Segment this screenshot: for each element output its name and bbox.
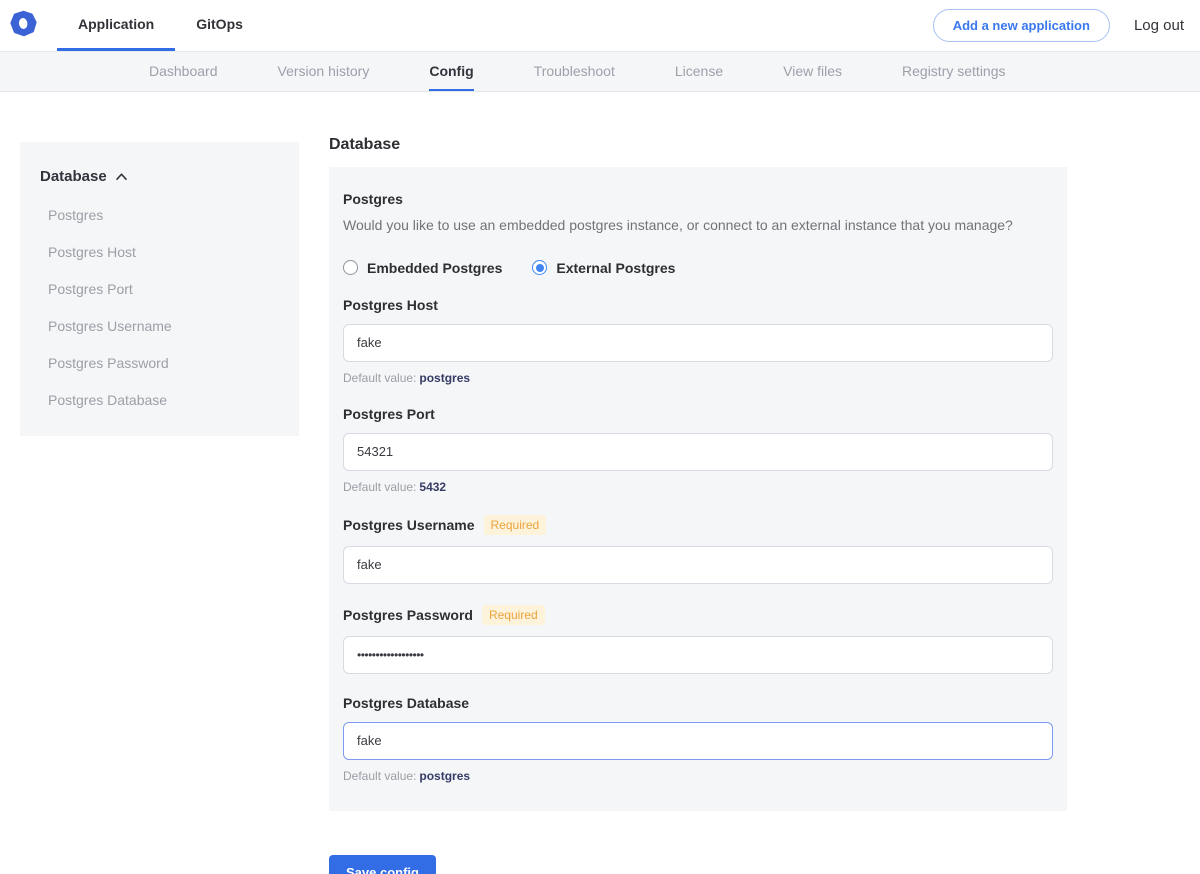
postgres-port-input[interactable] [343, 433, 1053, 471]
subnav-version-history[interactable]: Version history [278, 52, 370, 91]
field-label: Postgres Password [343, 607, 473, 623]
field-postgres-host: Postgres Host Default value:postgres [343, 297, 1053, 385]
sidebar-item-list: Postgres Postgres Host Postgres Port Pos… [40, 207, 279, 408]
postgres-type-radio-group: Embedded Postgres External Postgres [343, 260, 1053, 276]
default-value-helper: Default value:5432 [343, 480, 1053, 494]
postgres-database-input[interactable] [343, 722, 1053, 760]
group-description: Would you like to use an embedded postgr… [343, 216, 1053, 236]
field-postgres-password: Postgres Password Required [343, 605, 1053, 674]
sidebar-item-postgres[interactable]: Postgres [40, 207, 279, 223]
subnav-dashboard[interactable]: Dashboard [149, 52, 218, 91]
group-name: Postgres [343, 191, 1053, 207]
subnav-registry-settings[interactable]: Registry settings [902, 52, 1005, 91]
page-title: Database [329, 136, 1067, 154]
required-badge: Required [482, 605, 545, 625]
tab-gitops[interactable]: GitOps [175, 0, 264, 51]
logout-link[interactable]: Log out [1134, 17, 1184, 34]
tab-application[interactable]: Application [57, 0, 175, 51]
field-postgres-database: Postgres Database Default value:postgres [343, 695, 1053, 783]
top-nav: Application GitOps Add a new application… [0, 0, 1200, 52]
app-logo-icon [10, 10, 37, 42]
postgres-host-input[interactable] [343, 324, 1053, 362]
sidebar-item-postgres-host[interactable]: Postgres Host [40, 244, 279, 260]
top-tabs: Application GitOps [57, 0, 264, 51]
sidebar-group-label: Database [40, 168, 107, 185]
database-config-panel: Postgres Would you like to use an embedd… [329, 167, 1067, 811]
sidebar-group-database[interactable]: Database [40, 168, 279, 185]
radio-embedded-postgres[interactable]: Embedded Postgres [343, 260, 502, 276]
subnav-config[interactable]: Config [429, 52, 473, 91]
field-postgres-username: Postgres Username Required [343, 515, 1053, 584]
field-postgres-port: Postgres Port Default value:5432 [343, 406, 1053, 494]
radio-label: External Postgres [556, 260, 675, 276]
config-main: Database Postgres Would you like to use … [329, 136, 1067, 874]
add-new-application-button[interactable]: Add a new application [933, 9, 1110, 42]
app-logo[interactable] [10, 0, 37, 51]
subnav-view-files[interactable]: View files [783, 52, 842, 91]
field-label: Postgres Database [343, 695, 469, 711]
radio-circle-selected[interactable] [532, 260, 547, 275]
chevron-up-icon [115, 168, 128, 185]
radio-label: Embedded Postgres [367, 260, 502, 276]
radio-external-postgres[interactable]: External Postgres [532, 260, 675, 276]
field-label: Postgres Username [343, 517, 475, 533]
sidebar-item-postgres-database[interactable]: Postgres Database [40, 392, 279, 408]
field-label: Postgres Port [343, 406, 435, 422]
radio-circle-unselected[interactable] [343, 260, 358, 275]
config-page: Database Postgres Postgres Host Postgres… [0, 92, 1200, 874]
sidebar-item-postgres-port[interactable]: Postgres Port [40, 281, 279, 297]
subnav-license[interactable]: License [675, 52, 723, 91]
required-badge: Required [484, 515, 547, 535]
sidebar-item-postgres-username[interactable]: Postgres Username [40, 318, 279, 334]
postgres-password-input[interactable] [343, 636, 1053, 674]
top-nav-right: Add a new application Log out [933, 0, 1184, 51]
default-value-helper: Default value:postgres [343, 769, 1053, 783]
sidebar-item-postgres-password[interactable]: Postgres Password [40, 355, 279, 371]
subnav-troubleshoot[interactable]: Troubleshoot [534, 52, 615, 91]
save-config-button[interactable]: Save config [329, 855, 436, 874]
app-subnav: Dashboard Version history Config Trouble… [0, 52, 1200, 92]
default-value-helper: Default value:postgres [343, 371, 1053, 385]
postgres-username-input[interactable] [343, 546, 1053, 584]
field-label: Postgres Host [343, 297, 438, 313]
config-sidebar: Database Postgres Postgres Host Postgres… [20, 142, 299, 436]
